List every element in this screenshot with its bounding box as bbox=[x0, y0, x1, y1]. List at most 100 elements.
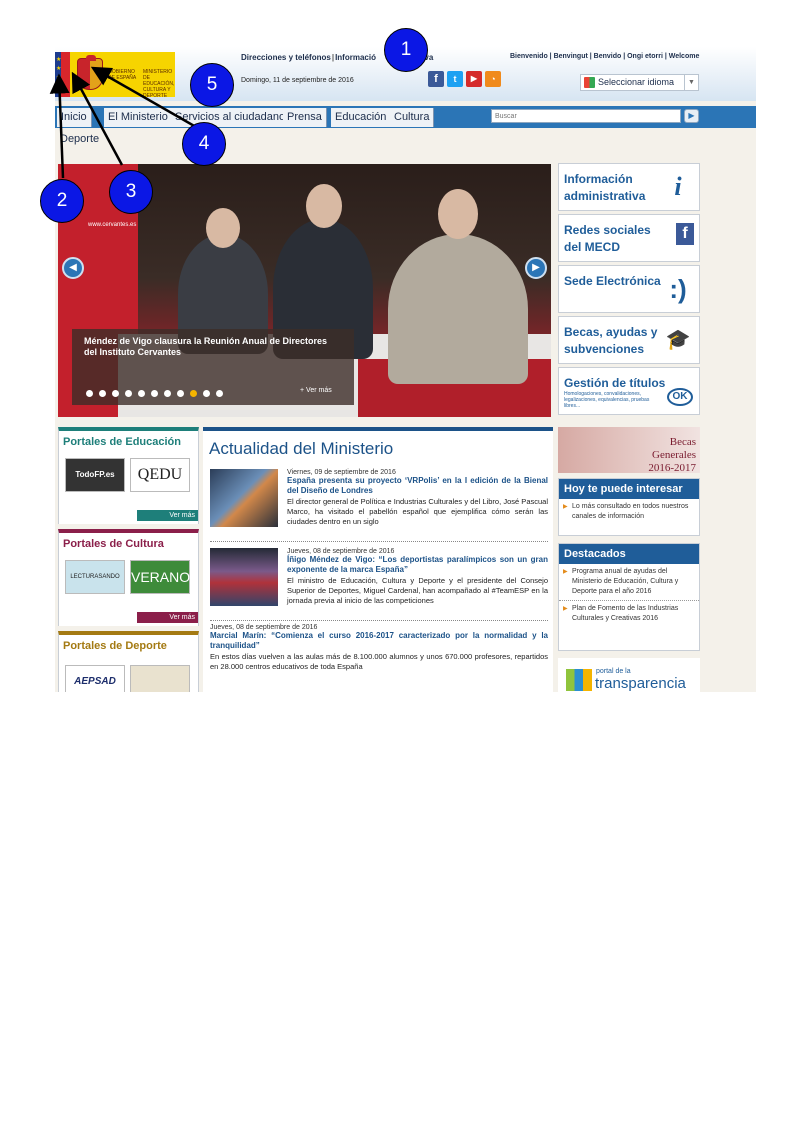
facebook-icon[interactable]: f bbox=[428, 71, 444, 87]
annotation-marker-5: 5 bbox=[190, 63, 234, 107]
portal-sport-title: Portales de Deporte bbox=[63, 640, 167, 652]
news-text: El director general de Política e Indust… bbox=[287, 497, 548, 526]
quick-link-label: Becas, ayudas y subvenciones bbox=[564, 325, 658, 356]
tab-el-ministerio[interactable]: El Ministerio bbox=[104, 108, 173, 127]
rss-icon[interactable]: ◔ bbox=[485, 71, 501, 87]
slider-dot[interactable] bbox=[86, 390, 93, 397]
slider-dot[interactable] bbox=[177, 390, 184, 397]
gov-text: Gobierno de España bbox=[108, 69, 137, 81]
slider-caption-title[interactable]: Méndez de Vigo clausura la Reunión Anual… bbox=[84, 336, 334, 358]
featured-item[interactable]: Programa anual de ayudas del Ministerio … bbox=[559, 564, 699, 601]
news-title[interactable]: España presenta su proyecto ‘VRPolis’ en… bbox=[287, 476, 548, 496]
slider-dot[interactable] bbox=[216, 390, 223, 397]
annotation-marker-1: 1 bbox=[384, 28, 428, 72]
slider-dot[interactable] bbox=[203, 390, 210, 397]
news-title[interactable]: Íñigo Méndez de Vigo: “Los deportistas p… bbox=[287, 555, 548, 575]
slider-dot[interactable] bbox=[112, 390, 119, 397]
featured-box: Destacados Programa anual de ayudas del … bbox=[558, 543, 700, 651]
ok-icon: OK bbox=[667, 388, 693, 406]
quick-links: Información administrativa i Redes socia… bbox=[558, 163, 700, 418]
graduation-cap-icon: 🎓 bbox=[665, 329, 691, 351]
interest-box: Hoy te puede interesar Lo más consultado… bbox=[558, 478, 700, 536]
news-text: El ministro de Educación, Cultura y Depo… bbox=[287, 576, 548, 605]
quick-link-label: Sede Electrónica bbox=[564, 274, 661, 288]
quick-link-sub: Homologaciones, convalidaciones, legaliz… bbox=[564, 391, 650, 409]
portal-culture: Portales de Cultura LECTURASANDO VERANO … bbox=[58, 529, 199, 626]
slider-dot[interactable] bbox=[164, 390, 171, 397]
news-thumb-paralympics[interactable] bbox=[210, 548, 278, 606]
language-select-label: Seleccionar idioma bbox=[598, 77, 675, 87]
tab-deporte[interactable]: Deporte bbox=[57, 130, 102, 148]
featured-heading: Destacados bbox=[559, 544, 699, 564]
tab-prensa[interactable]: Prensa bbox=[283, 108, 327, 127]
aepsad-logo[interactable]: AEPSAD bbox=[65, 665, 125, 692]
quick-link-sede[interactable]: Sede Electrónica :) bbox=[558, 265, 700, 313]
main-nav: Inicio El Ministerio Servicios al ciudad… bbox=[55, 106, 756, 128]
lecturas-logo[interactable]: LECTURASANDO bbox=[65, 560, 125, 594]
government-logo[interactable]: ★ ★ ★ Gobierno de España Ministerio de E… bbox=[55, 52, 175, 99]
portal-education-more[interactable]: Ver más bbox=[137, 510, 198, 521]
language-select[interactable]: Seleccionar idioma ▼ bbox=[580, 74, 699, 91]
todofp-logo[interactable]: TodoFP.es bbox=[65, 458, 125, 492]
quick-link-label: Gestión de títulos bbox=[564, 376, 666, 390]
news-date: Jueves, 08 de septiembre de 2016 bbox=[210, 624, 318, 631]
youtube-icon[interactable]: ▶ bbox=[466, 71, 482, 87]
transparency-big-text: transparencia bbox=[595, 675, 686, 692]
transparency-small-text: portal de la bbox=[596, 668, 631, 675]
news-divider bbox=[210, 620, 548, 621]
current-date: Domingo, 11 de septiembre de 2016 bbox=[241, 77, 354, 84]
tab-servicios[interactable]: Servicios al ciudadano bbox=[171, 108, 291, 127]
slider-dots bbox=[86, 390, 223, 397]
eu-stars-icon: ★ ★ ★ bbox=[56, 57, 62, 81]
slider-dot[interactable] bbox=[99, 390, 106, 397]
slider-dot[interactable] bbox=[125, 390, 132, 397]
news-section: Actualidad del Ministerio Viernes, 09 de… bbox=[203, 427, 553, 692]
nav-second-row: Deporte bbox=[55, 128, 756, 148]
quick-link-label: Redes sociales del MECD bbox=[564, 223, 651, 254]
smiley-icon: :) bbox=[669, 274, 687, 304]
ministry-text: Ministerio de Educación, Cultura y Depor… bbox=[143, 69, 175, 99]
quick-link-redes[interactable]: Redes sociales del MECD f bbox=[558, 214, 700, 262]
qedu-logo[interactable]: QEDU bbox=[130, 458, 190, 492]
slider-caption: Méndez de Vigo clausura la Reunión Anual… bbox=[72, 329, 354, 405]
becas-banner[interactable]: Becas Generales 2016-2017 bbox=[558, 427, 700, 473]
info-link[interactable]: Informació bbox=[335, 53, 376, 62]
slider-dot[interactable] bbox=[190, 390, 197, 397]
slider-dot[interactable] bbox=[138, 390, 145, 397]
tab-educacion[interactable]: Educación bbox=[331, 108, 392, 127]
slider-more-link[interactable]: + Ver más bbox=[300, 387, 332, 394]
speaker-center-head bbox=[306, 184, 342, 228]
language-greetings[interactable]: Bienvenido | Benvingut | Benvido | Ongi … bbox=[510, 53, 699, 60]
tab-cultura[interactable]: Cultura bbox=[390, 108, 435, 127]
news-text: En estos días vuelven a las aulas más de… bbox=[210, 652, 548, 671]
slider-dot[interactable] bbox=[151, 390, 158, 397]
search-go-icon[interactable]: ▶ bbox=[684, 109, 699, 123]
directory-link[interactable]: Direcciones y teléfonos bbox=[241, 53, 331, 62]
slider-prev-icon[interactable]: ◀ bbox=[62, 257, 84, 279]
news-divider bbox=[210, 541, 548, 542]
news-date: Jueves, 08 de septiembre de 2016 bbox=[287, 548, 395, 555]
transparency-portal[interactable]: portal de la transparencia bbox=[558, 658, 700, 692]
spain-flag-icon: ★ ★ ★ bbox=[55, 52, 70, 97]
verano-logo[interactable]: VERANO bbox=[130, 560, 190, 594]
featured-item[interactable]: Plan de Fomento de las Industrias Cultur… bbox=[559, 601, 699, 627]
slider-next-icon[interactable]: ▶ bbox=[525, 257, 547, 279]
backdrop-url-text: www.cervantes.es bbox=[88, 222, 137, 228]
portal-culture-more[interactable]: Ver más bbox=[137, 612, 198, 623]
calendar-icon[interactable] bbox=[130, 665, 190, 692]
annotation-marker-2: 2 bbox=[40, 179, 84, 223]
interest-item[interactable]: Lo más consultado en todos nuestros cana… bbox=[559, 499, 699, 525]
news-title[interactable]: Marcial Marín: “Comienza el curso 2016-2… bbox=[210, 631, 548, 651]
quick-link-titulos[interactable]: Gestión de títulos Homologaciones, conva… bbox=[558, 367, 700, 415]
quick-link-becas[interactable]: Becas, ayudas y subvenciones 🎓 bbox=[558, 316, 700, 364]
portal-education-title: Portales de Educación bbox=[63, 436, 181, 448]
quick-link-informacion[interactable]: Información administrativa i bbox=[558, 163, 700, 211]
portal-sport: Portales de Deporte AEPSAD bbox=[58, 631, 199, 692]
tab-inicio[interactable]: Inicio bbox=[57, 108, 92, 127]
news-thumb-pavilion[interactable] bbox=[210, 469, 278, 527]
search-input[interactable] bbox=[491, 109, 681, 123]
news-item: Jueves, 08 de septiembre de 2016 Marcial… bbox=[210, 624, 548, 672]
transparency-logo-icon bbox=[566, 669, 592, 691]
twitter-icon[interactable]: t bbox=[447, 71, 463, 87]
annotation-marker-3: 3 bbox=[109, 170, 153, 214]
